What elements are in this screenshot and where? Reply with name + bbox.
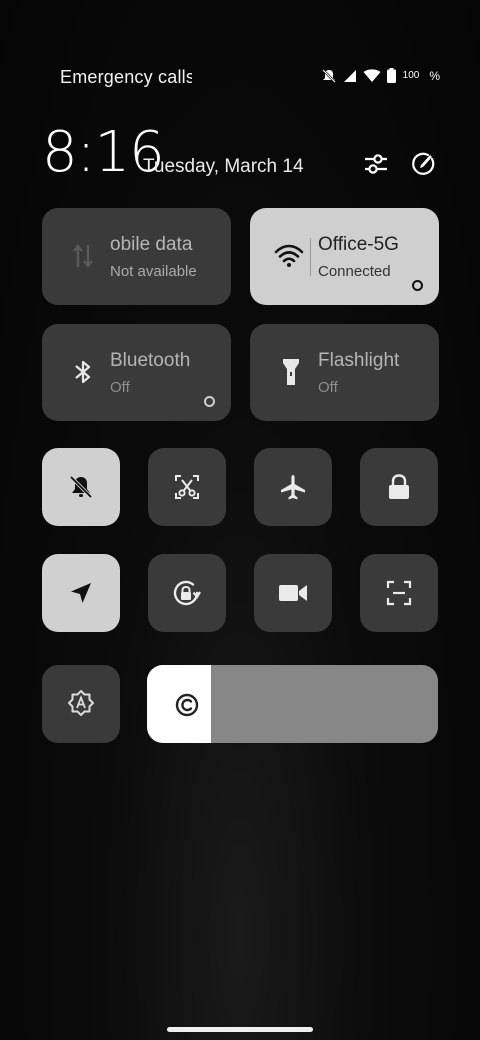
wifi-status-icon — [363, 68, 381, 83]
tile-screen-lock[interactable] — [360, 448, 438, 526]
home-indicator[interactable] — [167, 1027, 313, 1032]
tile-screenshot[interactable] — [148, 448, 226, 526]
tile-wifi-label: Office-5G — [318, 234, 399, 255]
tile-screen-record[interactable] — [254, 554, 332, 632]
battery-icon — [386, 68, 396, 83]
tile-bluetooth[interactable]: Bluetooth Off — [42, 324, 231, 421]
edit-tiles-button[interactable] — [409, 150, 437, 178]
tile-mobile-data-status: Not available — [110, 263, 197, 280]
tile-bluetooth-label: Bluetooth — [110, 350, 191, 371]
tile-location[interactable] — [42, 554, 120, 632]
carrier-text: Emergency calls — [60, 67, 192, 87]
auto-brightness-icon — [68, 690, 94, 716]
airplane-icon — [281, 475, 305, 500]
auto-rotate-icon — [173, 580, 201, 606]
cell-signal-icon — [343, 69, 357, 83]
tile-do-not-disturb[interactable] — [42, 448, 120, 526]
tile-mobile-data[interactable]: obile data Not available — [42, 208, 231, 305]
tile-bluetooth-status: Off — [110, 379, 130, 396]
battery-level: 100 — [402, 70, 420, 81]
bell-off-icon — [69, 475, 93, 499]
clock-row: 8:16 Tuesday, March 14 — [42, 120, 442, 190]
video-camera-icon — [279, 585, 307, 601]
lock-icon — [389, 474, 409, 499]
location-arrow-icon — [71, 583, 91, 603]
tile-auto-brightness[interactable] — [42, 665, 120, 743]
tile-wifi-more-indicator[interactable] — [412, 280, 423, 291]
tile-scan[interactable] — [360, 554, 438, 632]
tile-flashlight-label: Flashlight — [318, 350, 400, 371]
tile-auto-rotate[interactable] — [148, 554, 226, 632]
screenshot-crop-icon — [175, 475, 199, 499]
settings-sliders-button[interactable] — [362, 150, 390, 178]
wifi-icon — [274, 241, 304, 271]
status-bar: Emergency calls 100 % — [0, 60, 480, 94]
brightness-icon — [173, 691, 201, 719]
battery-percent: % — [429, 68, 440, 83]
mobile-data-icon — [68, 241, 98, 271]
tile-wifi-divider — [310, 238, 311, 276]
silent-icon — [321, 68, 337, 83]
flashlight-icon — [276, 357, 306, 387]
tile-wifi-status: Connected — [318, 263, 391, 280]
edit-pencil-icon — [412, 152, 435, 175]
brightness-slider[interactable] — [147, 665, 438, 743]
tile-airplane-mode[interactable] — [254, 448, 332, 526]
scan-frame-icon — [386, 580, 412, 606]
status-icons: 100 % — [321, 68, 440, 83]
tile-flashlight[interactable]: Flashlight Off — [250, 324, 439, 421]
sliders-icon — [365, 154, 387, 174]
tile-wifi[interactable]: Office-5G Connected — [250, 208, 439, 305]
bluetooth-icon — [68, 357, 98, 387]
tile-flashlight-status: Off — [318, 379, 338, 396]
date: Tuesday, March 14 — [143, 156, 304, 177]
tile-bluetooth-more-indicator[interactable] — [204, 396, 215, 407]
tile-mobile-data-label: obile data — [110, 234, 193, 255]
